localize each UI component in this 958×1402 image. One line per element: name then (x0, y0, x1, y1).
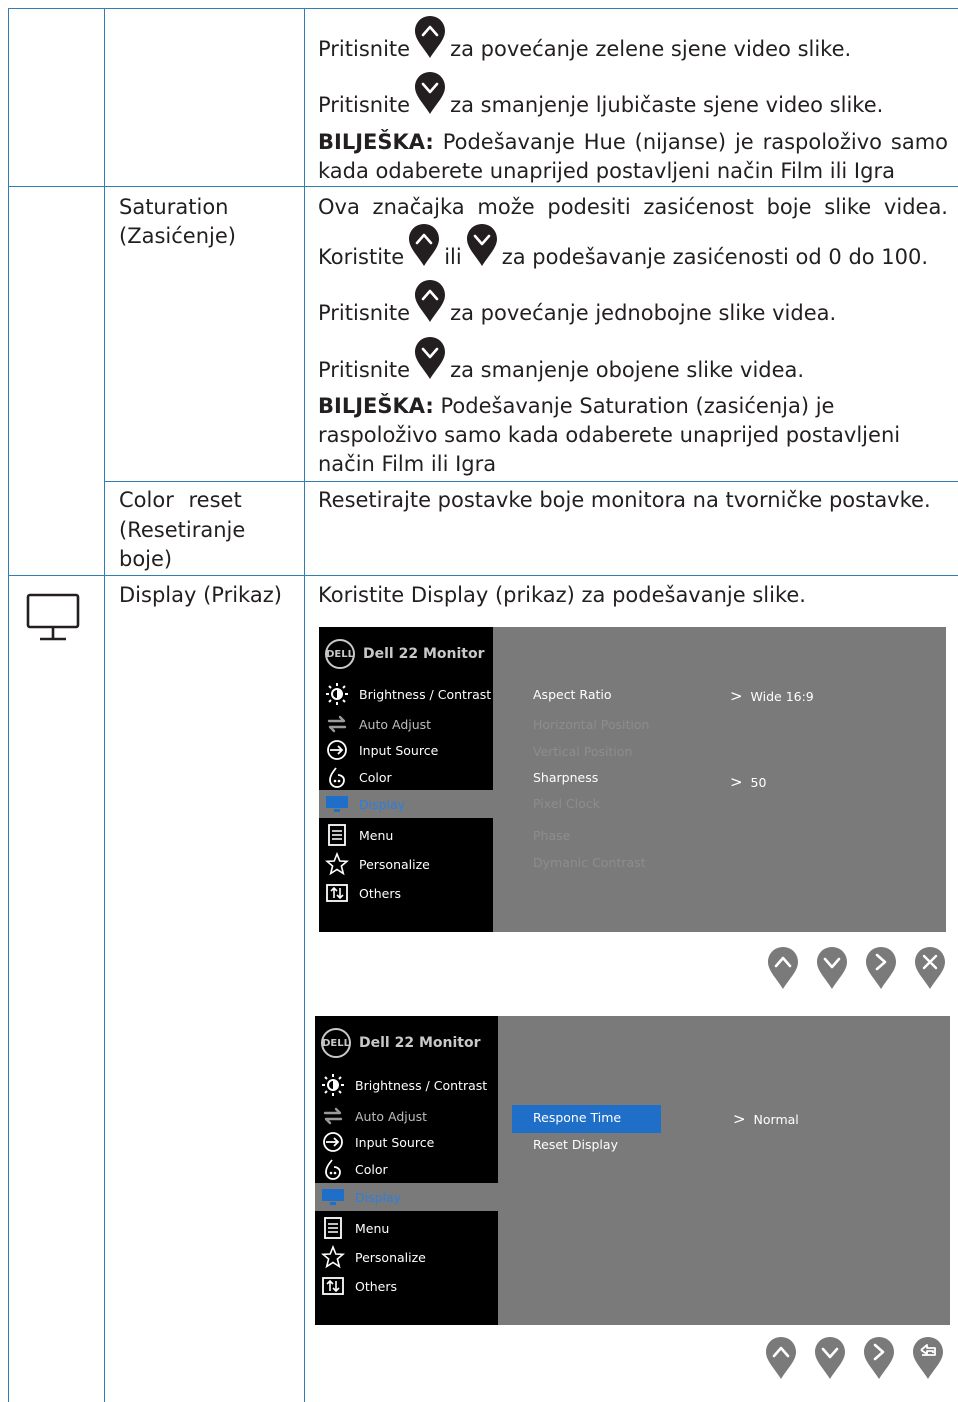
osd-menu-display[interactable]: Display (315, 1183, 498, 1211)
display-icon (325, 792, 349, 816)
color-icon (325, 765, 349, 789)
osd-option-horizontal-position: Horizontal Position (533, 717, 650, 732)
down-arrow-icon (413, 335, 447, 381)
row-divider-saturation (8, 186, 958, 187)
color-reset-name-2: (Resetiranje (119, 518, 246, 542)
input-source-icon (325, 738, 349, 762)
up-icon[interactable] (766, 945, 800, 991)
osd-aspect-value: > Wide 16:9 (730, 687, 814, 705)
hue-note-line-1: BILJEŠKA: Podešavanje Hue (nijanse) je r… (318, 130, 948, 154)
menu-icon (321, 1216, 345, 1240)
dell-logo: DELL (321, 1028, 351, 1058)
color-reset-name-3: boje) (119, 547, 173, 571)
saturation-desc-2: Koristite ili za podešavanje zasićenosti o… (318, 240, 928, 272)
saturation-note-2: raspoloživo samo kada odaberete unaprije… (318, 423, 901, 447)
chevron-right-icon: > (730, 687, 743, 705)
table-border-col1 (104, 8, 105, 1402)
close-icon[interactable] (913, 945, 947, 991)
osd-option-dynamic-contrast: Dymanic Contrast (533, 855, 646, 870)
saturation-line-4: Pritisnite za smanjenje obojene slike vid… (318, 353, 804, 385)
up-arrow-icon (413, 14, 447, 60)
osd-model-title: Dell 22 Monitor (363, 646, 485, 662)
osd-buttons-2 (764, 1335, 945, 1381)
osd-menu-others[interactable]: Others (319, 879, 493, 907)
right-icon[interactable] (864, 945, 898, 991)
monitor-icon (26, 593, 80, 641)
hue-line-2: Pritisnite za smanjenje ljubičaste sjene … (318, 88, 883, 120)
star-icon (321, 1245, 345, 1269)
table-border-col2 (304, 8, 305, 1402)
osd-brand: DELL Dell 22 Monitor (321, 1028, 480, 1058)
osd-option-phase: Phase (533, 828, 571, 843)
up-arrow-icon (413, 278, 447, 324)
osd-menu-color[interactable]: Color (319, 763, 493, 791)
up-arrow-icon (407, 222, 441, 268)
chevron-right-icon: > (733, 1110, 746, 1128)
color-icon (321, 1157, 345, 1181)
display-desc: Koristite Display (prikaz) za podešavanj… (318, 583, 806, 607)
osd-option-sharpness[interactable]: Sharpness (533, 770, 598, 785)
row-divider-display (8, 575, 958, 576)
brightness-icon (325, 682, 349, 706)
others-icon (321, 1274, 345, 1298)
osd-menu-brightness[interactable]: Brightness / Contrast (319, 680, 493, 708)
dell-logo: DELL (325, 639, 355, 669)
saturation-name-1: Saturation (119, 195, 229, 219)
osd-option-response-time[interactable]: Respone Time (533, 1110, 621, 1125)
back-icon[interactable] (911, 1335, 945, 1381)
osd-response-value: > Normal (733, 1110, 799, 1128)
osd-option-reset-display[interactable]: Reset Display (533, 1137, 618, 1152)
osd-screen-1: DELL Dell 22 Monitor Brightness / Contra… (319, 627, 946, 932)
display-name: Display (Prikaz) (119, 583, 282, 607)
osd-menu-input-source[interactable]: Input Source (315, 1128, 498, 1156)
saturation-name-2: (Zasićenje) (119, 224, 236, 248)
up-icon[interactable] (764, 1335, 798, 1381)
osd-option-pixel-clock: Pixel Clock (533, 796, 600, 811)
others-icon (325, 881, 349, 905)
saturation-note-3: način Film ili Igra (318, 452, 497, 476)
saturation-desc-1: Ova značajka može podesiti zasićenost bo… (318, 195, 948, 219)
osd-menu-menu[interactable]: Menu (315, 1214, 498, 1242)
hue-line-1: Pritisnite za povećanje zelene sjene vide… (318, 32, 851, 64)
auto-adjust-icon (325, 712, 349, 736)
table-border-left (8, 8, 9, 1402)
osd-menu-input-source[interactable]: Input Source (319, 736, 493, 764)
down-icon[interactable] (813, 1335, 847, 1381)
color-reset-name-1: Color reset (119, 488, 242, 512)
osd-menu-personalize[interactable]: Personalize (319, 850, 493, 878)
osd-menu-display[interactable]: Display (319, 790, 493, 818)
saturation-line-3: Pritisnite za povećanje jednobojne slike … (318, 296, 836, 328)
down-icon[interactable] (815, 945, 849, 991)
down-arrow-icon (465, 222, 499, 268)
row-divider-color-reset (104, 481, 958, 482)
menu-icon (325, 823, 349, 847)
osd-menu-brightness[interactable]: Brightness / Contrast (315, 1071, 498, 1099)
osd-buttons-1 (766, 945, 947, 991)
osd-model-title: Dell 22 Monitor (359, 1035, 481, 1051)
osd-screen-2: DELL Dell 22 Monitor Brightness / Contra… (315, 1016, 950, 1325)
right-icon[interactable] (862, 1335, 896, 1381)
chevron-right-icon: > (730, 773, 743, 791)
auto-adjust-icon (321, 1104, 345, 1128)
down-arrow-icon (413, 70, 447, 116)
table-border-top (8, 8, 958, 9)
osd-sharpness-value: > 50 (730, 773, 767, 791)
osd-menu-auto-adjust[interactable]: Auto Adjust (315, 1102, 498, 1130)
osd-menu-personalize[interactable]: Personalize (315, 1243, 498, 1271)
osd-menu-others[interactable]: Others (315, 1272, 498, 1300)
input-source-icon (321, 1130, 345, 1154)
osd-menu-color[interactable]: Color (315, 1155, 498, 1183)
hue-note-line-2: kada odaberete unaprijed postavljeni nač… (318, 159, 895, 183)
osd-brand: DELL Dell 22 Monitor (325, 639, 484, 669)
brightness-icon (321, 1073, 345, 1097)
color-reset-desc: Resetirajte postavke boje monitora na tv… (318, 488, 931, 512)
display-icon (321, 1185, 345, 1209)
osd-menu-auto-adjust[interactable]: Auto Adjust (319, 710, 493, 738)
osd-option-aspect-ratio[interactable]: Aspect Ratio (533, 687, 612, 702)
osd-option-vertical-position: Vertical Position (533, 744, 633, 759)
star-icon (325, 852, 349, 876)
osd-menu-menu[interactable]: Menu (319, 821, 493, 849)
saturation-note-1: BILJEŠKA: Podešavanje Saturation (zasiće… (318, 394, 835, 418)
